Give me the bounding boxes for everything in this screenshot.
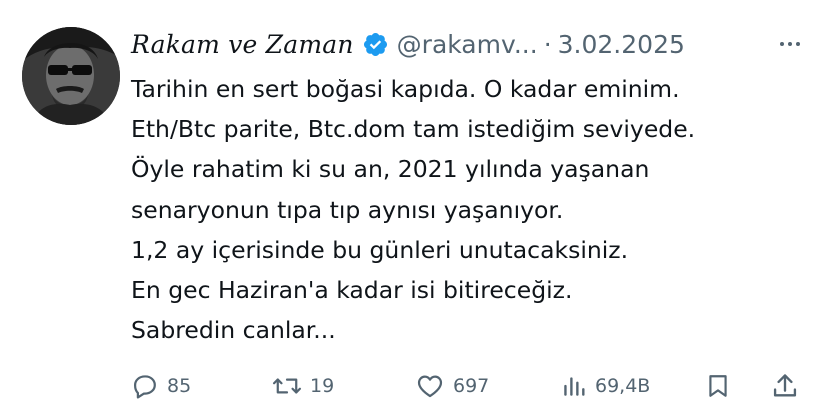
like-count: 697	[453, 375, 490, 397]
avatar[interactable]	[22, 27, 120, 125]
tweet-date[interactable]: 3.02.2025	[558, 30, 685, 59]
tweet-text-line: Tarihin en sert boğasi kapıda. O kadar e…	[131, 75, 680, 103]
tweet-text-line: Sabredin canlar...	[131, 316, 336, 345]
heart-icon	[417, 375, 443, 398]
user-handle[interactable]: @rakamv...	[397, 30, 538, 59]
tweet-card[interactable]: Rakam ve Zaman @rakamv... · 3.02.2025 Ta…	[0, 0, 828, 410]
views-button[interactable]: 69,4B	[561, 366, 650, 406]
like-button[interactable]: 697	[415, 366, 489, 406]
bookmark-button[interactable]	[705, 366, 731, 406]
tweet-header: Rakam ve Zaman @rakamv... · 3.02.2025	[131, 26, 685, 62]
tweet-text-line: Öyle rahatim ki su an, 2021 yılında yaşa…	[131, 155, 650, 184]
views-count: 69,4B	[595, 375, 651, 397]
bookmark-icon	[709, 375, 727, 397]
retweet-count: 19	[310, 375, 335, 397]
tweet-text-line: 1,2 ay içerisinde bu günleri unutacaksin…	[131, 235, 629, 264]
reply-icon	[133, 375, 156, 399]
display-name[interactable]: Rakam ve Zaman	[131, 30, 354, 59]
tweet-text-line: senaryonun tıpa tıp aynısı yaşanıyor.	[131, 195, 564, 224]
tweet-text-line: Eth/Btc parite, Btc.dom tam istediğim se…	[131, 115, 696, 144]
reply-button[interactable]: 85	[131, 366, 191, 406]
views-chart-icon	[564, 377, 585, 396]
verified-badge-icon	[362, 31, 389, 58]
tweet-text-line: En gec Haziran'a kadar isi bitireceğiz.	[131, 276, 573, 305]
more-options-icon[interactable]	[772, 34, 808, 54]
retweet-button[interactable]: 19	[272, 366, 334, 406]
action-bar: 85 19 697 69,4B	[131, 366, 821, 406]
retweet-icon	[272, 378, 302, 394]
separator-dot: ·	[543, 29, 552, 59]
avatar-photo	[22, 27, 120, 125]
reply-count: 85	[167, 375, 192, 397]
tweet-text: Tarihin en sert boğasi kapıda. O kadar e…	[131, 69, 821, 350]
share-button[interactable]	[771, 366, 799, 406]
share-icon	[773, 374, 797, 397]
